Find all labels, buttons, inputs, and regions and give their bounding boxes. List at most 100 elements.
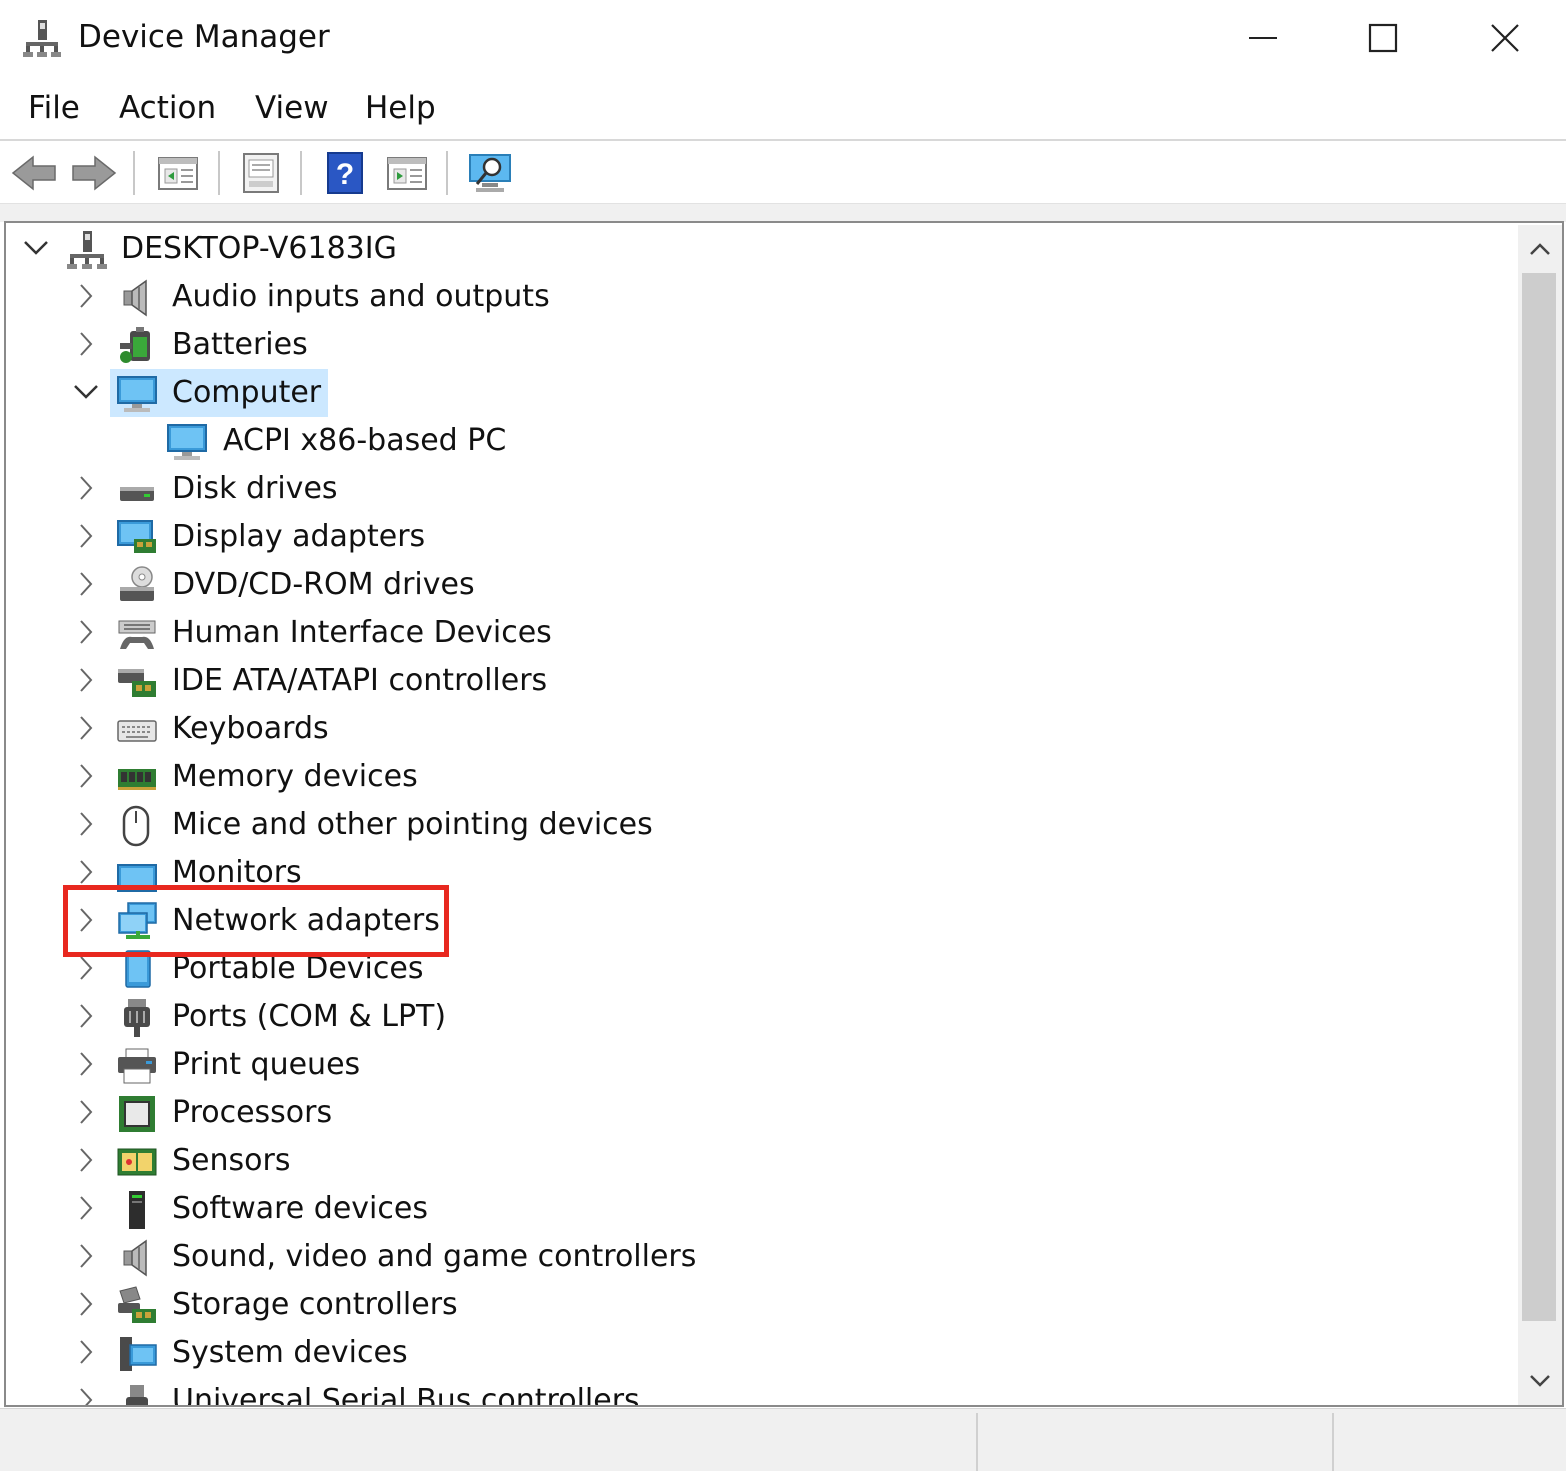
expand-chevron[interactable] — [73, 1243, 99, 1269]
port-icon — [124, 999, 150, 1037]
device-tree[interactable]: DESKTOP-V6183IG Audio inputs and outputs… — [4, 221, 1564, 1407]
tree-node-usb-controllers[interactable]: Universal Serial Bus controllers — [6, 1377, 1516, 1405]
chevron-right-icon — [80, 1196, 93, 1220]
tree-node-memory-devices[interactable]: Memory devices — [6, 753, 1516, 801]
tree-node-batteries[interactable]: Batteries — [6, 321, 1516, 369]
node-label: Display adapters — [172, 519, 426, 554]
chevron-right-icon — [80, 1292, 93, 1316]
help-button[interactable]: ? — [321, 149, 369, 197]
keyboard-icon — [117, 720, 157, 742]
scroll-up-button[interactable] — [1518, 225, 1562, 273]
node-label: Storage controllers — [172, 1287, 458, 1322]
chevron-right-icon — [80, 1100, 93, 1124]
node-label: Sound, video and game controllers — [172, 1239, 697, 1274]
expand-chevron[interactable] — [73, 523, 99, 549]
expand-chevron[interactable] — [73, 859, 99, 885]
minimize-icon — [1249, 37, 1277, 39]
collapse-chevron[interactable] — [23, 235, 49, 261]
chevron-right-icon — [80, 668, 93, 692]
node-label: Batteries — [172, 327, 308, 362]
expand-chevron[interactable] — [73, 1099, 99, 1125]
maximize-button[interactable] — [1338, 10, 1428, 66]
chevron-right-icon — [80, 1052, 93, 1076]
chevron-down-icon — [74, 385, 98, 399]
node-label: IDE ATA/ATAPI controllers — [172, 663, 548, 698]
tree-node-processors[interactable]: Processors — [6, 1089, 1516, 1137]
node-label: Ports (COM & LPT) — [172, 999, 447, 1034]
node-label: Memory devices — [172, 759, 418, 794]
chevron-right-icon — [80, 476, 93, 500]
expand-chevron[interactable] — [73, 619, 99, 645]
window-title: Device Manager — [78, 19, 330, 55]
tree-node-mice[interactable]: Mice and other pointing devices — [6, 801, 1516, 849]
expand-chevron[interactable] — [73, 955, 99, 981]
display-adapter-icon — [117, 520, 156, 553]
tree-node-dvd-drives[interactable]: DVD/CD-ROM drives — [6, 561, 1516, 609]
storage-controller-icon — [118, 1286, 156, 1323]
tree-node-ports[interactable]: Ports (COM & LPT) — [6, 993, 1516, 1041]
svg-text:?: ? — [336, 158, 354, 191]
menu-action[interactable]: Action — [117, 90, 218, 126]
toolbar-separator — [218, 151, 220, 195]
tree-node-ide-controllers[interactable]: IDE ATA/ATAPI controllers — [6, 657, 1516, 705]
expand-chevron[interactable] — [73, 1003, 99, 1029]
disk-drive-icon — [120, 487, 154, 501]
tree-node-audio[interactable]: Audio inputs and outputs — [6, 273, 1516, 321]
show-hidden-button[interactable] — [383, 149, 431, 197]
annotation-highlight — [63, 885, 449, 957]
expand-chevron[interactable] — [73, 1387, 99, 1405]
expand-chevron[interactable] — [73, 1051, 99, 1077]
vertical-scrollbar[interactable] — [1518, 225, 1562, 1405]
tree-node-display-adapters[interactable]: Display adapters — [6, 513, 1516, 561]
expand-chevron[interactable] — [73, 1339, 99, 1365]
expand-chevron[interactable] — [73, 1147, 99, 1173]
expand-chevron[interactable] — [73, 1195, 99, 1221]
chevron-right-icon — [80, 1388, 93, 1405]
expand-chevron[interactable] — [73, 475, 99, 501]
chevron-right-icon — [80, 1004, 93, 1028]
chevron-right-icon — [80, 812, 93, 836]
chevron-right-icon — [80, 1148, 93, 1172]
tree-node-system-devices[interactable]: System devices — [6, 1329, 1516, 1377]
dvd-drive-icon — [120, 566, 154, 601]
chevron-right-icon — [80, 572, 93, 596]
collapse-chevron[interactable] — [73, 379, 99, 405]
forward-button[interactable] — [70, 149, 118, 197]
back-button[interactable] — [10, 149, 58, 197]
expand-chevron[interactable] — [73, 571, 99, 597]
properties-button[interactable] — [154, 149, 202, 197]
menu-file[interactable]: File — [26, 90, 82, 126]
tree-node-hid[interactable]: Human Interface Devices — [6, 609, 1516, 657]
tree-node-disk-drives[interactable]: Disk drives — [6, 465, 1516, 513]
tree-node-computer[interactable]: Computer — [6, 369, 1516, 417]
tree-node-sound-controllers[interactable]: Sound, video and game controllers — [6, 1233, 1516, 1281]
node-label: Computer — [172, 375, 322, 410]
update-driver-button[interactable] — [237, 149, 285, 197]
scroll-thumb[interactable] — [1522, 273, 1556, 1321]
expand-chevron[interactable] — [73, 715, 99, 741]
expand-chevron[interactable] — [73, 1291, 99, 1317]
menu-view[interactable]: View — [253, 90, 331, 126]
expand-chevron[interactable] — [73, 331, 99, 357]
tree-root[interactable]: DESKTOP-V6183IG — [6, 225, 1516, 273]
minimize-button[interactable] — [1218, 10, 1308, 66]
tree-node-print-queues[interactable]: Print queues — [6, 1041, 1516, 1089]
tree-node-acpi-pc[interactable]: ACPI x86-based PC — [6, 417, 1516, 465]
scroll-down-button[interactable] — [1518, 1357, 1562, 1405]
device-manager-app-icon — [23, 20, 61, 57]
tree-node-keyboards[interactable]: Keyboards — [6, 705, 1516, 753]
close-button[interactable] — [1460, 10, 1550, 66]
menu-help[interactable]: Help — [363, 90, 438, 126]
expand-chevron[interactable] — [73, 811, 99, 837]
chevron-right-icon — [80, 764, 93, 788]
expand-chevron[interactable] — [73, 763, 99, 789]
tree-node-storage-controllers[interactable]: Storage controllers — [6, 1281, 1516, 1329]
expand-chevron[interactable] — [73, 667, 99, 693]
expand-chevron[interactable] — [73, 283, 99, 309]
tree-node-sensors[interactable]: Sensors — [6, 1137, 1516, 1185]
title-bar[interactable]: Device Manager — [0, 0, 1566, 80]
chevron-right-icon — [80, 1340, 93, 1364]
scan-hardware-button[interactable] — [466, 149, 514, 197]
usb-icon — [126, 1385, 148, 1405]
tree-node-software-devices[interactable]: Software devices — [6, 1185, 1516, 1233]
